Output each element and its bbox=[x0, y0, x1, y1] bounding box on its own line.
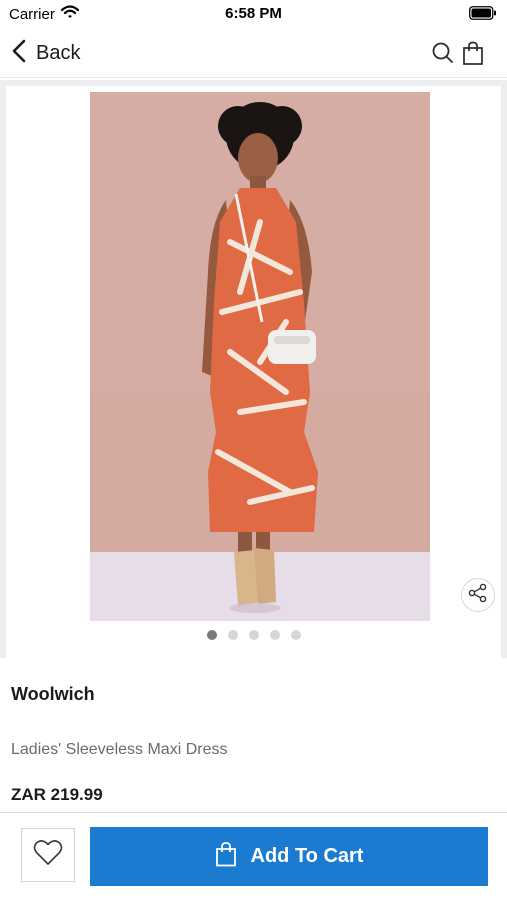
battery-icon bbox=[469, 6, 497, 25]
shopping-bag-icon bbox=[215, 841, 237, 872]
shopping-bag-icon[interactable] bbox=[460, 40, 486, 66]
product-details: Woolwich Ladies' Sleeveless Maxi Dress Z… bbox=[0, 658, 507, 814]
gallery-pager bbox=[0, 630, 507, 644]
pager-dot-active[interactable] bbox=[206, 630, 217, 640]
status-time: 6:58 PM bbox=[225, 5, 282, 22]
heart-icon bbox=[33, 839, 63, 871]
chevron-left-icon bbox=[12, 39, 26, 68]
nav-bar: Back bbox=[0, 28, 507, 78]
add-to-cart-label: Add To Cart bbox=[250, 845, 364, 867]
search-icon[interactable] bbox=[430, 40, 456, 66]
product-brand: Woolwich bbox=[11, 684, 95, 704]
pager-dot[interactable] bbox=[227, 630, 238, 640]
add-to-cart-button[interactable]: Add To Cart bbox=[90, 827, 488, 886]
back-label: Back bbox=[36, 41, 81, 64]
bottom-action-bar: Add To Cart bbox=[0, 812, 507, 900]
pager-dot[interactable] bbox=[290, 630, 301, 640]
wishlist-button[interactable] bbox=[21, 828, 75, 882]
status-bar: Carrier 6:58 PM bbox=[0, 0, 507, 28]
product-name: Ladies' Sleeveless Maxi Dress bbox=[11, 741, 228, 758]
share-icon bbox=[468, 583, 488, 608]
product-price: ZAR 219.99 bbox=[11, 785, 103, 804]
back-button[interactable]: Back bbox=[12, 38, 80, 68]
pager-dot[interactable] bbox=[269, 630, 280, 640]
share-button[interactable] bbox=[461, 578, 495, 612]
product-image[interactable] bbox=[90, 92, 430, 621]
pager-dot[interactable] bbox=[248, 630, 259, 640]
